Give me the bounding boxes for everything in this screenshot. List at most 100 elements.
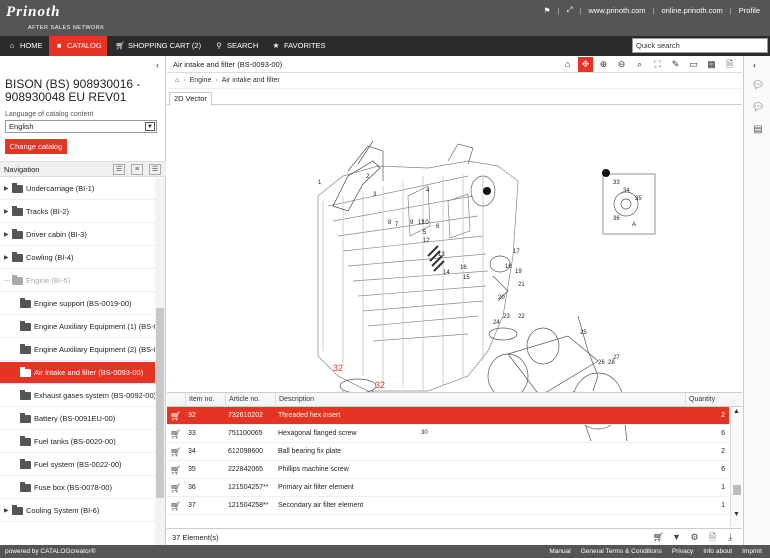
fullscreen-icon[interactable]: ⤢ bbox=[566, 5, 572, 15]
callout-label[interactable]: 15 bbox=[463, 275, 470, 281]
tree-item[interactable]: Engine support (BS-0019-00) bbox=[0, 293, 155, 315]
breadcrumb-home-icon[interactable]: ⌂ bbox=[175, 77, 179, 84]
header-description[interactable]: Description bbox=[275, 393, 685, 407]
language-select[interactable]: English ▼ bbox=[5, 120, 157, 133]
add-to-cart-icon[interactable]: 🛒︎ bbox=[170, 497, 182, 515]
add-to-cart-icon[interactable]: 🛒︎ bbox=[170, 479, 182, 497]
tree-item[interactable]: Fuse box (BS-0078-00) bbox=[0, 477, 155, 499]
table-row[interactable]: 🛒︎ 34 612098600 Ball bearing fix plate 2 bbox=[167, 443, 729, 461]
chevron-right-icon[interactable]: ▶ bbox=[4, 500, 9, 522]
tree-item[interactable]: ▶ Cooling System (BI-6) bbox=[0, 500, 155, 522]
footer-link-manual[interactable]: Manual bbox=[549, 545, 570, 558]
expand-tree-icon[interactable]: ☰ bbox=[113, 164, 125, 175]
minus-icon[interactable]: — bbox=[4, 270, 10, 292]
tree-scrollbar[interactable] bbox=[155, 178, 165, 545]
callout-label[interactable]: 5 bbox=[423, 230, 427, 236]
note-icon[interactable]: ▤ bbox=[751, 124, 765, 136]
chevron-right-icon[interactable]: ▶ bbox=[4, 178, 9, 200]
callout-label[interactable]: 18 bbox=[505, 264, 512, 270]
nav-search[interactable]: ⚲ SEARCH bbox=[214, 36, 258, 56]
zoom-out-icon[interactable]: ⊖ bbox=[614, 57, 629, 72]
zoom-area-icon[interactable]: ⌕ bbox=[632, 57, 647, 72]
callout-label[interactable]: 11 bbox=[418, 220, 425, 226]
scroll-down-icon[interactable]: ▼ bbox=[733, 511, 740, 518]
tab-2d-vector[interactable]: 2D Vector bbox=[169, 92, 212, 106]
flag-icon[interactable]: ⚑ bbox=[544, 6, 551, 15]
tree-item[interactable]: Engine Auxiliary Equipment (1) (BS-0 bbox=[0, 316, 155, 338]
fit-icon[interactable]: ⛶ bbox=[650, 57, 665, 72]
download-icon[interactable]: ⤓ bbox=[724, 531, 737, 544]
add-to-cart-icon[interactable]: 🛒︎ bbox=[170, 443, 182, 461]
move-icon[interactable]: ✥ bbox=[578, 57, 593, 72]
tree-item[interactable]: ▶ Tracks (BI-2) bbox=[0, 201, 155, 223]
table-icon[interactable]: ▦ bbox=[704, 57, 719, 72]
nav-favorites[interactable]: ★ FAVORITES bbox=[271, 36, 326, 56]
callout-label[interactable]: 19 bbox=[515, 269, 522, 275]
tree-item[interactable]: ▶ Driver cabin (BI-3) bbox=[0, 224, 155, 246]
callout-label[interactable]: 28 bbox=[608, 360, 615, 366]
tree-item[interactable]: Fuel tanks (BS-0020-00) bbox=[0, 431, 155, 453]
callout-label[interactable]: 14 bbox=[443, 270, 450, 276]
add-to-cart-icon[interactable]: 🛒︎ bbox=[170, 425, 182, 443]
callout-label[interactable]: 6 bbox=[436, 224, 440, 230]
header-item-no[interactable]: Item no. bbox=[185, 393, 225, 407]
footer-link-info[interactable]: Info about bbox=[703, 545, 732, 558]
add-to-cart-icon[interactable]: 🛒︎ bbox=[170, 461, 182, 479]
callout-a-marker[interactable] bbox=[483, 187, 491, 195]
cart-add-icon[interactable]: 🛒︎ bbox=[652, 531, 665, 544]
zoom-in-icon[interactable]: ⊕ bbox=[596, 57, 611, 72]
image-icon[interactable]: ▭ bbox=[686, 57, 701, 72]
footer-link-privacy[interactable]: Privacy bbox=[672, 545, 693, 558]
callout-label[interactable]: 12 bbox=[423, 238, 430, 244]
comment-icon[interactable]: 💬︎ bbox=[751, 80, 765, 92]
callout-label[interactable]: 3 bbox=[373, 192, 377, 198]
document-icon[interactable]: 🗎︎ bbox=[706, 531, 719, 544]
callout-label[interactable]: 1 bbox=[318, 180, 322, 186]
callout-label[interactable]: 13 bbox=[438, 252, 445, 258]
callout-label[interactable]: 25 bbox=[580, 330, 587, 336]
collapse-left-icon[interactable]: ‹ bbox=[156, 60, 159, 70]
powered-by[interactable]: powered by CATALOGcreator® bbox=[5, 545, 96, 558]
callout-label[interactable]: 2 bbox=[366, 174, 370, 180]
tree-scrollbar-thumb[interactable] bbox=[156, 308, 164, 498]
pdf-icon[interactable]: 🗎︎ bbox=[722, 57, 737, 72]
collapse-tree-icon[interactable]: ☰ bbox=[149, 164, 161, 175]
table-row[interactable]: 🛒︎ 35 222842065 Phillips machine screw 6 bbox=[167, 461, 729, 479]
nav-home[interactable]: ⌂ HOME bbox=[4, 36, 46, 56]
nav-catalog[interactable]: ■ CATALOG bbox=[49, 36, 107, 56]
callout-label[interactable]: 35 bbox=[635, 196, 642, 202]
tree-item[interactable]: Air intake and filter (BS-0093-00) bbox=[0, 362, 155, 384]
tree-item[interactable]: Exhaust gases system (BS-0092-00) bbox=[0, 385, 155, 407]
callout-label[interactable]: 26 bbox=[598, 360, 605, 366]
grid-scrollbar-thumb[interactable] bbox=[733, 485, 741, 495]
list-view-icon[interactable]: ≡ bbox=[131, 164, 143, 175]
callout-label[interactable]: A bbox=[632, 222, 636, 228]
footer-link-terms[interactable]: General Terms & Conditions bbox=[581, 545, 662, 558]
tree-item[interactable]: — Engine (BI-5) bbox=[0, 270, 155, 292]
callout-label[interactable]: 21 bbox=[518, 282, 525, 288]
add-to-cart-icon[interactable]: 🛒︎ bbox=[170, 407, 182, 425]
chevron-right-icon[interactable]: ▶ bbox=[4, 201, 9, 223]
callout-label[interactable]: 23 bbox=[503, 314, 510, 320]
settings-icon[interactable]: ⚙ bbox=[688, 531, 701, 544]
footer-link-imprint[interactable]: Imprint bbox=[742, 545, 762, 558]
tree-item[interactable]: Fuel system (BS-0022-00) bbox=[0, 454, 155, 476]
callout-label[interactable]: 20 bbox=[498, 295, 505, 301]
table-row[interactable]: 🛒︎ 33 751100065 Hexagonal flanged screw 6 bbox=[167, 425, 729, 443]
tree-item[interactable]: Battery (BS-0091EU-00) bbox=[0, 408, 155, 430]
scroll-up-icon[interactable]: ▲ bbox=[733, 408, 740, 415]
collapse-right-icon[interactable]: ‹ bbox=[753, 60, 756, 70]
callout-label[interactable]: 34 bbox=[623, 188, 630, 194]
callout-label[interactable]: 22 bbox=[518, 314, 525, 320]
tree-item[interactable]: Engine Auxiliary Equipment (2) (BS-0 bbox=[0, 339, 155, 361]
profile-link[interactable]: Profile bbox=[739, 6, 760, 15]
callout-label[interactable]: 36 bbox=[613, 216, 620, 222]
site-link-prinoth[interactable]: www.prinoth.com bbox=[588, 6, 645, 15]
nav-cart[interactable]: 🛒︎ SHOPPING CART (2) bbox=[115, 36, 201, 56]
callout-label[interactable]: 16 bbox=[460, 265, 467, 271]
quick-search-input[interactable]: Quick search bbox=[632, 38, 768, 53]
home-view-icon[interactable]: ⌂ bbox=[560, 57, 575, 72]
table-row[interactable]: 🛒︎ 37 121504258** Secondary air filter elem… bbox=[167, 497, 729, 515]
breadcrumb-air-intake[interactable]: Air intake and filter bbox=[222, 77, 280, 84]
site-link-online[interactable]: online.prinoth.com bbox=[661, 6, 722, 15]
